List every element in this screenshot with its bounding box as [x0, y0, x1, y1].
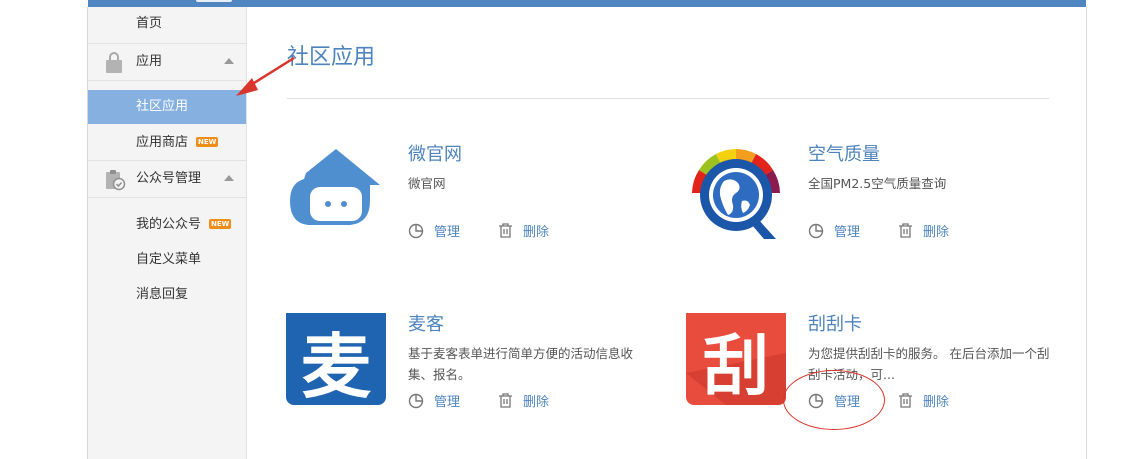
sidebar-item-my-accounts[interactable]: 我的公众号 NEW	[88, 208, 246, 242]
delete-label: 删除	[523, 225, 550, 240]
app-description: 基于麦客表单进行简单方便的活动信息收集、报名。	[408, 346, 634, 382]
page-title: 社区应用	[287, 45, 376, 70]
app-name[interactable]: 麦客	[408, 310, 444, 336]
sidebar-item-label: 首页	[136, 16, 163, 31]
app-description: 微官网	[408, 176, 446, 191]
sidebar-item-community-apps[interactable]: 社区应用	[88, 90, 246, 124]
delete-label: 删除	[923, 395, 950, 410]
collapse-caret-icon[interactable]	[224, 58, 234, 64]
sidebar-item-message-reply[interactable]: 消息回复	[88, 278, 246, 312]
sidebar-group-label: 应用	[136, 54, 163, 69]
sidebar-item-label: 社区应用	[136, 99, 189, 114]
mai-icon[interactable]: 麦	[286, 305, 386, 413]
air-quality-globe-icon[interactable]	[686, 143, 786, 243]
manage-label: 管理	[834, 225, 861, 240]
manage-label: 管理	[434, 395, 461, 410]
sidebar-item-home[interactable]: 首页	[88, 7, 246, 41]
trash-icon	[897, 392, 914, 413]
cloud-face-icon[interactable]	[286, 143, 386, 243]
trash-icon	[497, 392, 514, 413]
delete-label: 删除	[523, 395, 550, 410]
app-name[interactable]: 刮刮卡	[808, 310, 862, 336]
sidebar-item-label: 我的公众号	[136, 217, 202, 232]
top-tab[interactable]	[196, 0, 232, 2]
sidebar-group-official-accounts[interactable]: 公众号管理	[88, 160, 246, 198]
scratch-glyph: 刮	[703, 328, 769, 405]
top-bar	[88, 0, 1086, 7]
sidebar-group-label: 公众号管理	[136, 171, 202, 186]
divider	[287, 98, 1049, 99]
pie-chart-icon	[408, 222, 425, 243]
app-name[interactable]: 空气质量	[808, 140, 880, 166]
collapse-caret-icon[interactable]	[224, 175, 234, 181]
trash-icon	[897, 222, 914, 243]
manage-label: 管理	[434, 225, 461, 240]
app-card-weiguanwang: 微官网 微官网 管理 删除	[286, 143, 666, 253]
sidebar-item-label: 消息回复	[136, 287, 189, 302]
mai-glyph: 麦	[301, 326, 371, 408]
sidebar-item-custom-menu[interactable]: 自定义菜单	[88, 243, 246, 277]
pie-chart-icon	[808, 222, 825, 243]
app-name[interactable]: 微官网	[408, 140, 462, 166]
new-badge: NEW	[196, 137, 219, 147]
app-description: 全国PM2.5空气质量查询	[808, 176, 947, 191]
clipboard-check-icon	[104, 169, 126, 197]
sidebar-item-label: 应用商店	[136, 135, 189, 150]
sidebar-group-apps[interactable]: 应用	[88, 43, 246, 81]
app-card-air-quality: 空气质量 全国PM2.5空气质量查询 管理 删除	[686, 143, 1066, 253]
page-right-edge	[1086, 7, 1087, 459]
scratch-card-icon[interactable]: 刮	[686, 305, 786, 413]
bag-icon	[104, 52, 124, 80]
sidebar-item-app-store[interactable]: 应用商店 NEW	[88, 126, 246, 160]
pie-chart-icon	[408, 392, 425, 413]
trash-icon	[497, 222, 514, 243]
delete-label: 删除	[923, 225, 950, 240]
main-content: 社区应用 微官网 微官网 管理 删除 空气质量 全国PM2.5空气质量查询 管理…	[247, 7, 1086, 459]
new-badge: NEW	[209, 219, 232, 229]
sidebar-item-label: 自定义菜单	[136, 252, 202, 267]
annotation-circle	[783, 370, 885, 430]
sidebar: 首页 应用 社区应用 应用商店 NEW 公众号管理 我的公众号 NEW 自定义菜单 …	[88, 7, 247, 459]
app-card-maike: 麦 麦客 基于麦客表单进行简单方便的活动信息收集、报名。 管理 删除	[286, 305, 666, 423]
